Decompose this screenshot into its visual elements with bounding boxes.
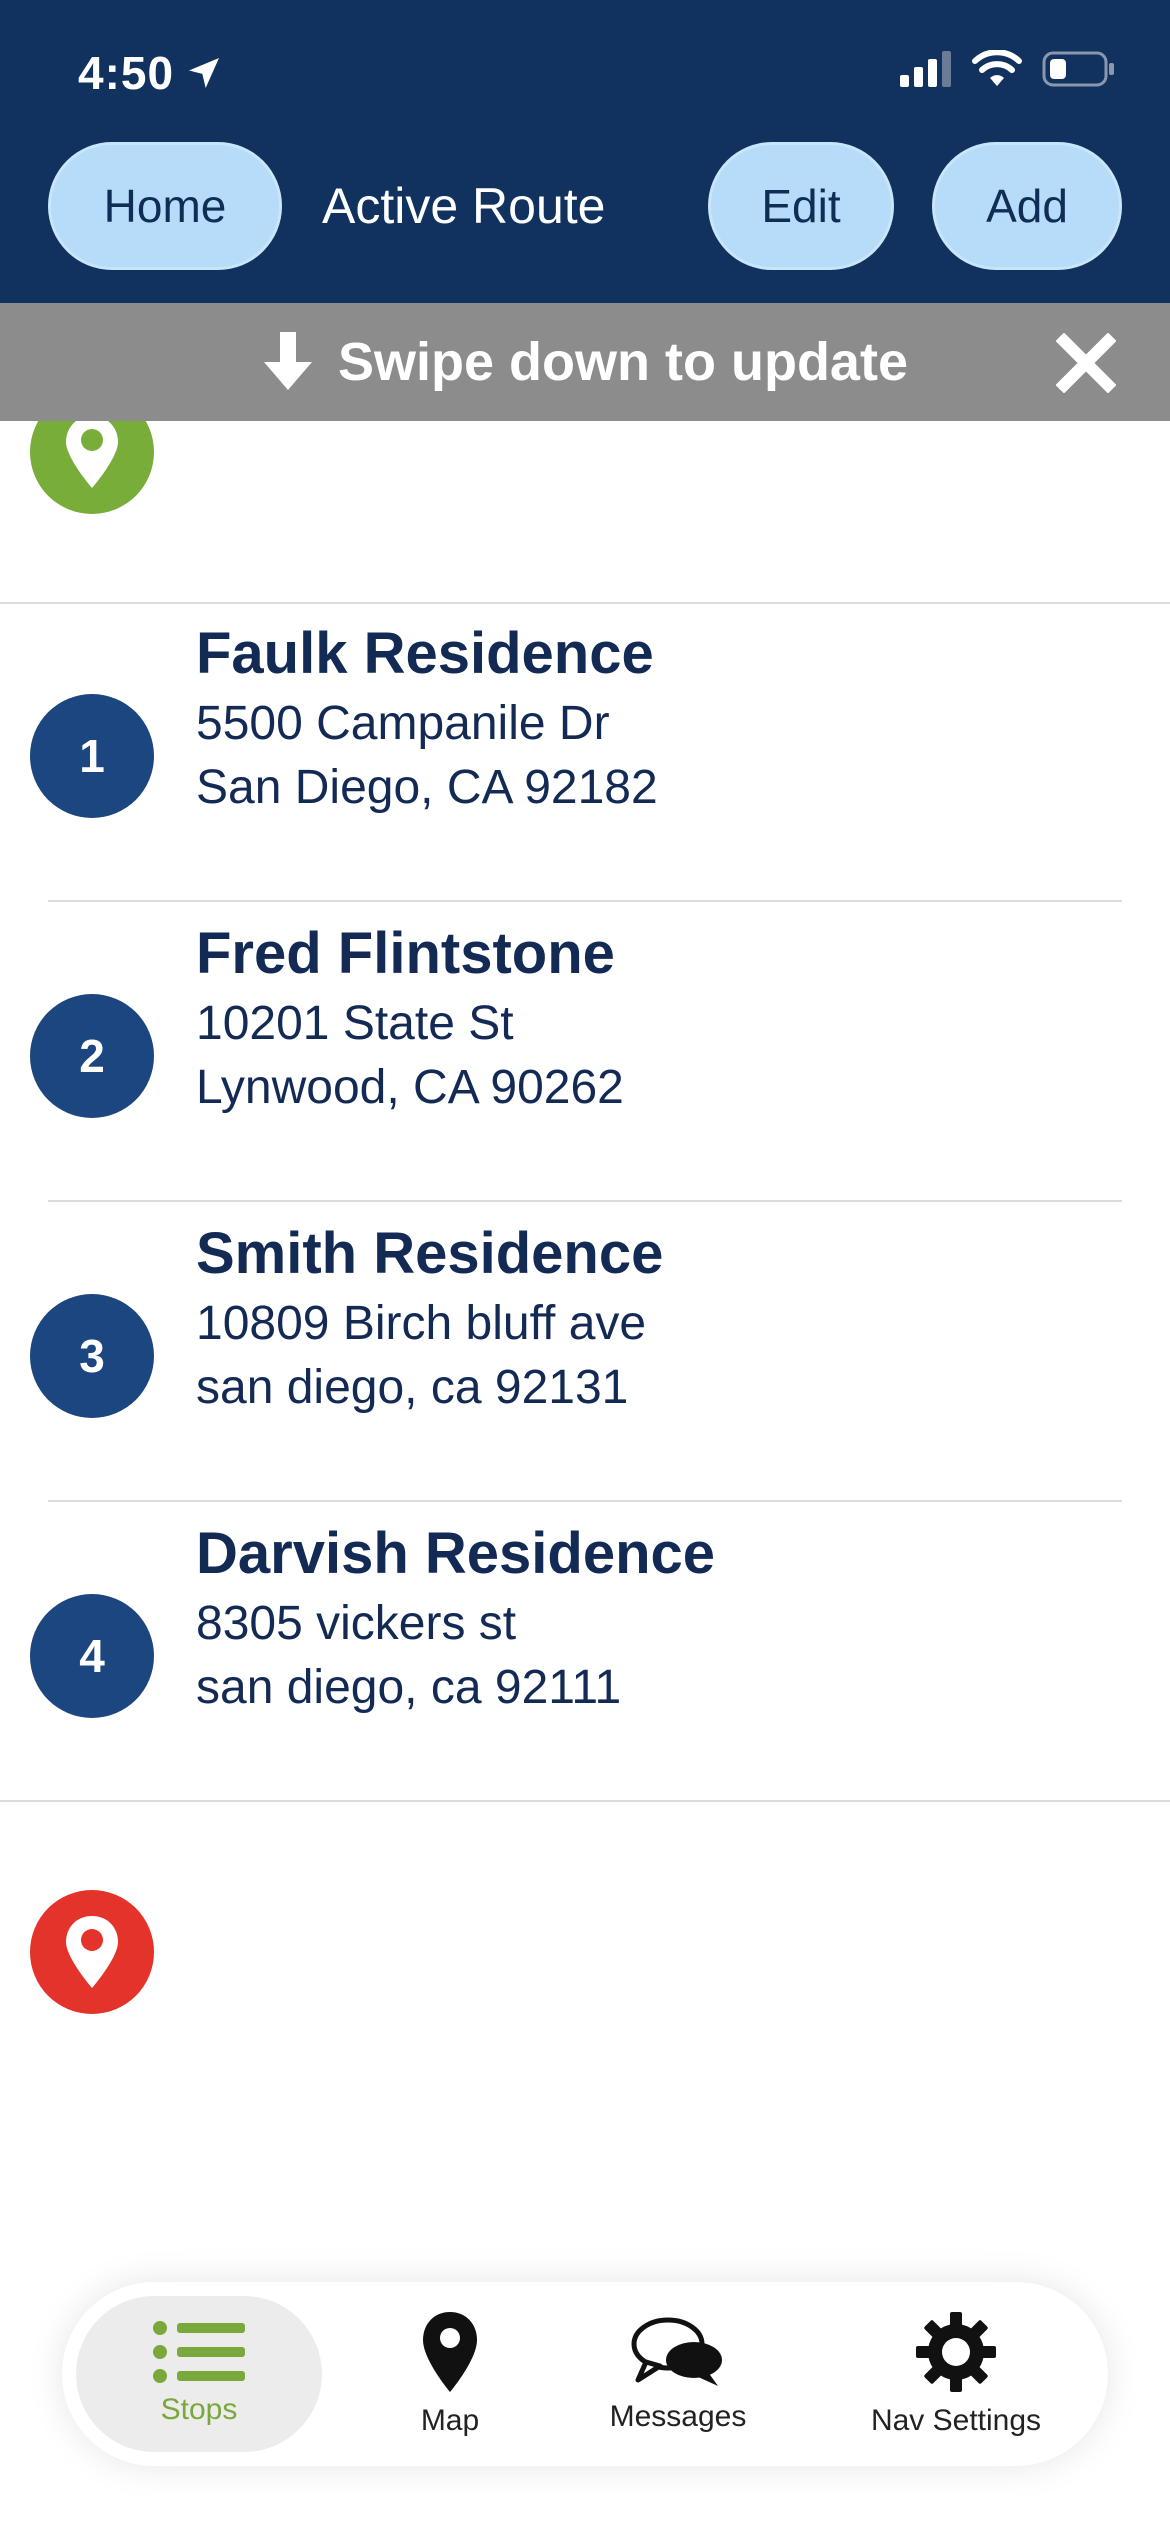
divider	[48, 1200, 1122, 1202]
arrow-down-icon	[264, 332, 312, 390]
stop-name: Darvish Residence	[196, 1521, 716, 1586]
stop-row[interactable]: 4 Darvish Residence 8305 vickers st san …	[0, 1504, 1170, 1804]
tab-messages[interactable]: Messages	[568, 2296, 788, 2452]
stop-address-line2: san diego, ca 92131	[196, 1361, 629, 1414]
stop-address-line1: 10809 Birch bluff ave	[196, 1297, 647, 1350]
stop-address-line1: 5500 Campanile Dr	[196, 697, 610, 750]
home-button[interactable]: Home	[48, 142, 282, 270]
stop-number-badge: 1	[30, 694, 154, 818]
bottom-tab-bar: Stops Map Messages Nav Settings	[62, 2282, 1108, 2466]
stop-address-line2: San Diego, CA 92182	[196, 761, 658, 814]
status-indicators	[900, 50, 1116, 88]
stop-row[interactable]: 1 Faulk Residence 5500 Campanile Dr San …	[0, 604, 1170, 904]
edit-button[interactable]: Edit	[708, 142, 894, 270]
end-pin-icon	[66, 1916, 118, 1988]
wifi-icon	[972, 50, 1022, 86]
battery-icon	[1042, 51, 1114, 87]
app-header: 4:50 Home Active Route Edit Add	[0, 0, 1170, 303]
add-button[interactable]: Add	[932, 142, 1122, 270]
stop-address-line2: san diego, ca 92111	[196, 1661, 622, 1714]
cellular-signal-icon	[900, 51, 951, 87]
map-pin-icon	[423, 2312, 477, 2392]
list-icon	[153, 2321, 245, 2383]
stop-row[interactable]: 3 Smith Residence 10809 Birch bluff ave …	[0, 1204, 1170, 1504]
divider	[48, 1500, 1122, 1502]
divider-bottom	[0, 1800, 1170, 1802]
stop-name: Faulk Residence	[196, 621, 654, 686]
stop-number-badge: 2	[30, 994, 154, 1118]
tab-nav-settings[interactable]: Nav Settings	[818, 2296, 1094, 2452]
page-title: Active Route	[322, 178, 606, 234]
banner-text: Swipe down to update	[338, 332, 908, 392]
add-button-label: Add	[986, 180, 1068, 232]
end-location-pin[interactable]	[30, 1890, 154, 2014]
chat-bubbles-icon	[631, 2317, 722, 2386]
stop-number-badge: 4	[30, 1594, 154, 1718]
gear-icon	[916, 2312, 996, 2392]
tab-label: Stops	[160, 2393, 238, 2426]
stop-address-line1: 10201 State St	[196, 997, 514, 1050]
tab-label: Messages	[609, 2400, 747, 2433]
swipe-update-banner: Swipe down to update	[0, 303, 1170, 421]
location-arrow-icon	[189, 58, 220, 88]
tab-map[interactable]: Map	[362, 2296, 538, 2452]
stop-address-line2: Lynwood, CA 90262	[196, 1061, 624, 1114]
stop-address-line1: 8305 vickers st	[196, 1597, 517, 1650]
stop-row[interactable]: 2 Fred Flintstone 10201 State St Lynwood…	[0, 904, 1170, 1204]
divider	[48, 900, 1122, 902]
home-button-label: Home	[103, 180, 227, 232]
stop-name: Smith Residence	[196, 1221, 664, 1286]
tab-stops[interactable]: Stops	[76, 2296, 322, 2452]
tab-label: Map	[420, 2404, 480, 2437]
stop-name: Fred Flintstone	[196, 921, 615, 986]
close-icon[interactable]	[1056, 333, 1116, 393]
stop-number-badge: 3	[30, 1294, 154, 1418]
clock-text: 4:50	[78, 47, 175, 99]
edit-button-label: Edit	[761, 180, 841, 232]
status-bar-time: 4:50	[78, 46, 224, 100]
tab-label: Nav Settings	[870, 2404, 1042, 2437]
